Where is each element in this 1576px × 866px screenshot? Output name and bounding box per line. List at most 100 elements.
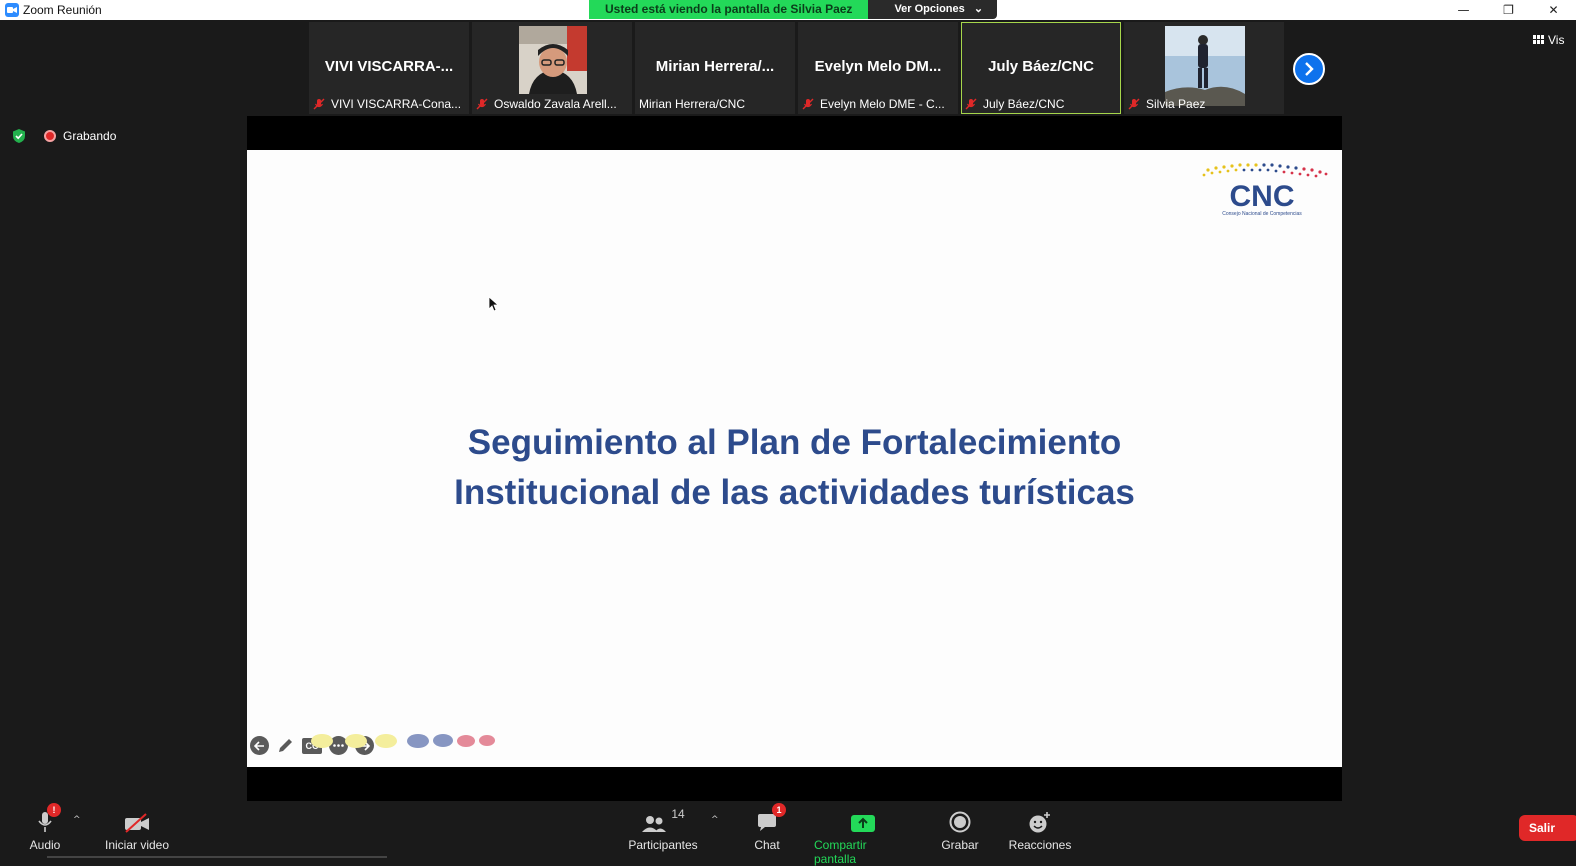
previous-slide-button[interactable] <box>250 736 269 755</box>
record-dot-icon <box>44 130 56 142</box>
participant-video <box>519 26 587 94</box>
video-off-icon <box>125 813 149 833</box>
participant-label: Silvia Paez <box>1128 96 1205 112</box>
participant-label: VIVI VISCARRA-Cona... <box>313 96 461 112</box>
zoom-app-icon <box>5 3 19 17</box>
person-video-icon <box>1165 26 1245 106</box>
restore-button[interactable]: ❐ <box>1486 0 1531 20</box>
recording-label: Grabando <box>63 129 117 143</box>
minimize-button[interactable]: — <box>1441 0 1486 20</box>
logo-text: CNC <box>1230 180 1295 213</box>
next-page-button[interactable] <box>1293 53 1325 85</box>
share-banner-message: Usted está viendo la pantalla de Silvia … <box>589 0 869 19</box>
start-video-label: Iniciar video <box>104 838 170 852</box>
record-label: Grabar <box>941 838 979 852</box>
meeting-toolbar: ! Audio ^ Iniciar video 14 Participantes… <box>0 801 1576 866</box>
participant-name: Oswaldo Zavala Arell... <box>494 97 617 111</box>
participants-button[interactable]: 14 Participantes <box>628 807 698 852</box>
arrow-left-icon <box>254 740 264 751</box>
pen-icon[interactable] <box>276 736 295 755</box>
share-screen-icon <box>851 815 875 832</box>
annotation-mark <box>479 735 495 746</box>
taskbar-edge <box>47 856 387 858</box>
close-button[interactable]: ✕ <box>1531 0 1576 20</box>
view-button-label: Vis <box>1548 33 1565 47</box>
annotation-mark <box>407 733 429 748</box>
annotation-mark <box>457 734 475 747</box>
grid-view-icon <box>1533 35 1544 44</box>
participant-label: Oswaldo Zavala Arell... <box>476 96 617 112</box>
start-video-button[interactable]: Iniciar video <box>104 807 170 852</box>
participant-strip: VIVI VISCARRA-... VIVI VISCARRA-Cona... … <box>309 22 1287 114</box>
participant-tile[interactable]: Evelyn Melo DM... Evelyn Melo DME - C... <box>798 22 958 114</box>
participant-tile[interactable]: Mirian Herrera/... Mirian Herrera/CNC <box>635 22 795 114</box>
audio-button[interactable]: ! Audio <box>28 803 62 852</box>
audio-options-caret[interactable]: ^ <box>73 815 81 825</box>
mouse-cursor-icon <box>488 296 498 312</box>
chat-button[interactable]: 1 Chat <box>753 803 786 852</box>
participant-label: Mirian Herrera/CNC <box>639 96 745 112</box>
view-options-label: Ver Opciones <box>894 3 965 15</box>
mic-muted-icon <box>313 98 325 110</box>
person-video-icon <box>519 26 587 94</box>
mic-muted-icon <box>1128 98 1140 110</box>
participant-name: Evelyn Melo DME - C... <box>820 97 945 111</box>
chevron-down-icon: ⌄ <box>973 3 984 15</box>
record-icon <box>949 811 971 833</box>
reactions-label: Reacciones <box>1008 838 1072 852</box>
share-screen-label: Compartir pantalla <box>814 838 867 866</box>
mic-muted-icon <box>476 98 488 110</box>
leave-meeting-button[interactable]: Salir <box>1519 815 1576 841</box>
chat-label: Chat <box>754 838 780 852</box>
cnc-logo: CNC Consejo Nacional de Competencias <box>1202 163 1328 217</box>
participant-display-name: July Báez/CNC <box>988 58 1094 75</box>
window-title: Zoom Reunión <box>23 3 102 17</box>
annotation-mark <box>311 733 333 748</box>
participant-tile[interactable]: VIVI VISCARRA-... VIVI VISCARRA-Cona... <box>309 22 469 114</box>
participant-name: Mirian Herrera/CNC <box>639 97 746 111</box>
participant-display-name: Evelyn Melo DM... <box>814 58 942 75</box>
share-screen-button[interactable]: Compartir pantalla <box>814 807 912 866</box>
participants-label: Participantes <box>628 838 698 852</box>
annotation-mark <box>375 733 397 748</box>
view-options-button[interactable]: Ver Opciones ⌄ <box>868 0 998 19</box>
participant-name: Silvia Paez <box>1146 97 1206 111</box>
participant-display-name: Mirian Herrera/... <box>655 58 775 75</box>
participant-label: July Báez/CNC <box>965 96 1064 112</box>
audio-label: Audio <box>29 838 61 852</box>
shield-icon[interactable] <box>11 128 27 144</box>
slide-title-line1: Seguimiento al Plan de Fortalecimiento <box>467 423 1122 462</box>
smiley-add-icon <box>1029 812 1050 833</box>
participant-name: July Báez/CNC <box>983 97 1065 111</box>
record-button[interactable]: Grabar <box>941 807 979 852</box>
logo-subtext: Consejo Nacional de Competencias <box>1222 211 1302 217</box>
annotation-mark <box>345 733 367 748</box>
participant-display-name: VIVI VISCARRA-... <box>324 58 454 75</box>
presentation-slide: CNC Consejo Nacional de Competencias Seg… <box>247 150 1342 767</box>
participant-count: 14 <box>671 807 685 821</box>
annotation-mark <box>433 734 453 747</box>
participants-icon <box>642 816 667 832</box>
window-controls: — ❐ ✕ <box>1441 0 1576 20</box>
slide-title-line2: Institucional de las actividades turísti… <box>454 473 1135 512</box>
participant-label: Evelyn Melo DME - C... <box>802 96 945 112</box>
participant-video <box>1165 26 1245 106</box>
participant-tile[interactable]: Oswaldo Zavala Arell... <box>472 22 632 114</box>
mic-muted-icon <box>802 98 814 110</box>
participant-name: VIVI VISCARRA-Cona... <box>331 97 462 111</box>
slide-title: Seguimiento al Plan de Fortalecimiento I… <box>247 418 1342 518</box>
slideshow-toolbar: CC <box>250 733 499 755</box>
reactions-button[interactable]: Reacciones <box>1009 807 1071 852</box>
screen-share-banner: Usted está viendo la pantalla de Silvia … <box>589 0 998 19</box>
participant-tile[interactable]: Silvia Paez <box>1124 22 1284 114</box>
audio-alert-badge: ! <box>47 803 61 817</box>
participants-options-caret[interactable]: ^ <box>711 815 719 825</box>
chevron-right-icon <box>1305 62 1314 76</box>
participant-tile-active-speaker[interactable]: July Báez/CNC July Báez/CNC <box>961 22 1121 114</box>
chat-unread-badge: 1 <box>772 803 786 817</box>
more-icon <box>333 744 344 747</box>
shared-screen: CNC Consejo Nacional de Competencias Seg… <box>247 116 1342 801</box>
recording-indicator[interactable]: Grabando <box>44 129 116 143</box>
mic-muted-icon <box>965 98 977 110</box>
view-button[interactable]: Vis <box>1533 33 1564 47</box>
